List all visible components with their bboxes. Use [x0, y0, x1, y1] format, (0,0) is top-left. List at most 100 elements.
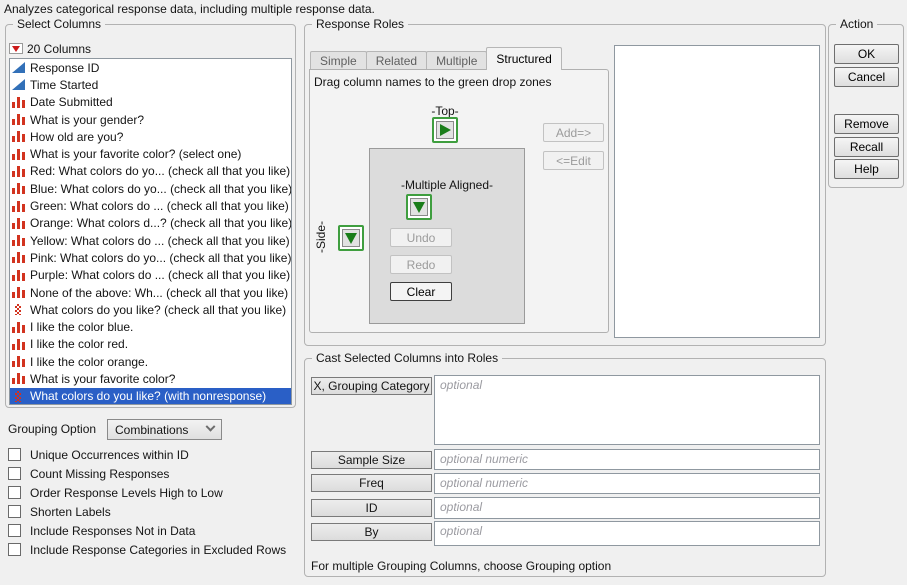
x-grouping-category-box[interactable]: optional [434, 375, 820, 445]
column-item[interactable]: What is your gender? [10, 111, 291, 128]
multiple-aligned-zone: -Multiple Aligned- Undo Redo Clear [369, 148, 525, 324]
checkbox-include-responses[interactable] [8, 524, 21, 537]
tab-label: Related [376, 54, 417, 68]
response-roles-group: Response Roles Simple Related Multiple S… [304, 24, 826, 346]
checkbox-row[interactable]: Unique Occurrences within ID [8, 447, 189, 462]
categorical-dialog: { "header": { "description": "Analyzes c… [0, 0, 907, 585]
tab-structured[interactable]: Structured [486, 47, 561, 70]
side-zone-label-wrap: -Side- [312, 202, 330, 272]
checkbox-include-excluded-rows[interactable] [8, 543, 21, 556]
edit-button[interactable]: <=Edit [543, 151, 604, 170]
nominal-icon [12, 356, 25, 367]
nominal-icon [12, 339, 25, 350]
drop-zone-well [342, 229, 360, 247]
checkbox-label: Shorten Labels [30, 505, 111, 519]
placeholder-text: optional [440, 524, 482, 538]
column-item[interactable]: Blue: What colors do yo... (check all th… [10, 180, 291, 197]
checkbox-row[interactable]: Count Missing Responses [8, 466, 169, 481]
column-item-label: Pink: What colors do yo... (check all th… [30, 251, 291, 265]
column-item[interactable]: I like the color orange. [10, 353, 291, 370]
clear-button[interactable]: Clear [390, 282, 452, 301]
add-button[interactable]: Add=> [543, 123, 604, 142]
column-item[interactable]: What is your favorite color? (select one… [10, 145, 291, 162]
recall-button[interactable]: Recall [834, 137, 899, 157]
freq-button[interactable]: Freq [311, 474, 432, 492]
tab-multiple[interactable]: Multiple [426, 51, 487, 69]
column-item[interactable]: What is your favorite color? [10, 370, 291, 387]
response-roles-title: Response Roles [312, 17, 408, 31]
checkbox-shorten-labels[interactable] [8, 505, 21, 518]
column-item[interactable]: Yellow: What colors do ... (check all th… [10, 232, 291, 249]
id-button[interactable]: ID [311, 499, 432, 517]
column-item[interactable]: I like the color blue. [10, 318, 291, 335]
cancel-button[interactable]: Cancel [834, 67, 899, 87]
column-item[interactable]: What colors do you like? (with nonrespon… [10, 388, 291, 405]
drop-zone-well [410, 198, 428, 216]
column-item-label: Red: What colors do yo... (check all tha… [30, 164, 290, 178]
red-triangle-icon[interactable] [9, 43, 23, 54]
column-item[interactable]: Time Started [10, 76, 291, 93]
column-item-label: Green: What colors do ... (check all tha… [30, 199, 289, 213]
tab-related[interactable]: Related [366, 51, 427, 69]
nominal-icon [12, 235, 25, 246]
chevron-down-icon [206, 422, 216, 432]
placeholder-text: optional numeric [440, 476, 528, 490]
response-roles-list[interactable] [614, 45, 820, 338]
checkbox-count-missing[interactable] [8, 467, 21, 480]
sample-size-button[interactable]: Sample Size [311, 451, 432, 469]
drag-instruction: Drag column names to the green drop zone… [314, 75, 551, 89]
column-item[interactable]: What colors do you like? (check all that… [10, 301, 291, 318]
column-item-label: How old are you? [30, 130, 123, 144]
checkbox-order-response-levels[interactable] [8, 486, 21, 499]
tab-label: Multiple [436, 54, 477, 68]
sample-size-box[interactable]: optional numeric [434, 449, 820, 470]
nominal-icon [12, 201, 25, 212]
column-item-label: What is your favorite color? (select one… [30, 147, 241, 161]
column-item[interactable]: I like the color red. [10, 336, 291, 353]
action-group: Action OK Cancel Remove Recall Help [828, 24, 904, 188]
undo-button[interactable]: Undo [390, 228, 452, 247]
green-arrow-down-icon [345, 233, 357, 244]
by-button[interactable]: By [311, 523, 432, 541]
ok-button[interactable]: OK [834, 44, 899, 64]
column-item-label: None of the above: Wh... (check all that… [30, 286, 288, 300]
remove-button[interactable]: Remove [834, 114, 899, 134]
placeholder-text: optional numeric [440, 452, 528, 466]
checkbox-row[interactable]: Include Responses Not in Data [8, 523, 195, 538]
placeholder-text: optional [440, 378, 482, 392]
x-grouping-category-button[interactable]: X, Grouping Category [311, 377, 432, 395]
checkbox-row[interactable]: Include Response Categories in Excluded … [8, 542, 286, 557]
tab-label: Structured [496, 52, 551, 66]
tab-simple[interactable]: Simple [310, 51, 367, 69]
redo-button[interactable]: Redo [390, 255, 452, 274]
multiple-aligned-drop-zone[interactable] [406, 194, 432, 220]
column-item-label: What colors do you like? (with nonrespon… [30, 389, 266, 403]
checkbox-label: Include Response Categories in Excluded … [30, 543, 286, 557]
column-item[interactable]: None of the above: Wh... (check all that… [10, 284, 291, 301]
column-item[interactable]: Red: What colors do yo... (check all tha… [10, 163, 291, 180]
column-item[interactable]: Purple: What colors do ... (check all th… [10, 267, 291, 284]
column-item[interactable]: Green: What colors do ... (check all tha… [10, 197, 291, 214]
top-drop-zone[interactable] [432, 117, 458, 143]
help-button[interactable]: Help [834, 159, 899, 179]
by-box[interactable]: optional [434, 521, 820, 546]
id-box[interactable]: optional [434, 497, 820, 519]
checkbox-row[interactable]: Shorten Labels [8, 504, 111, 519]
columns-list[interactable]: Response ID Time Started Date Submitted … [9, 58, 292, 405]
column-item[interactable]: Response ID [10, 59, 291, 76]
column-item[interactable]: Date Submitted [10, 94, 291, 111]
side-zone-label: -Side- [314, 221, 328, 253]
nominal-icon [12, 97, 25, 108]
continuous-icon [12, 79, 25, 90]
checkbox-row[interactable]: Order Response Levels High to Low [8, 485, 223, 500]
nominal-icon [12, 183, 25, 194]
column-item[interactable]: How old are you? [10, 128, 291, 145]
freq-box[interactable]: optional numeric [434, 473, 820, 494]
side-drop-zone[interactable] [338, 225, 364, 251]
nominal-icon [12, 287, 25, 298]
multiple-response-icon [12, 391, 25, 402]
column-item[interactable]: Pink: What colors do yo... (check all th… [10, 249, 291, 266]
column-item[interactable]: Orange: What colors d...? (check all tha… [10, 215, 291, 232]
grouping-option-dropdown[interactable]: Combinations [107, 419, 222, 440]
checkbox-unique-occurrences[interactable] [8, 448, 21, 461]
